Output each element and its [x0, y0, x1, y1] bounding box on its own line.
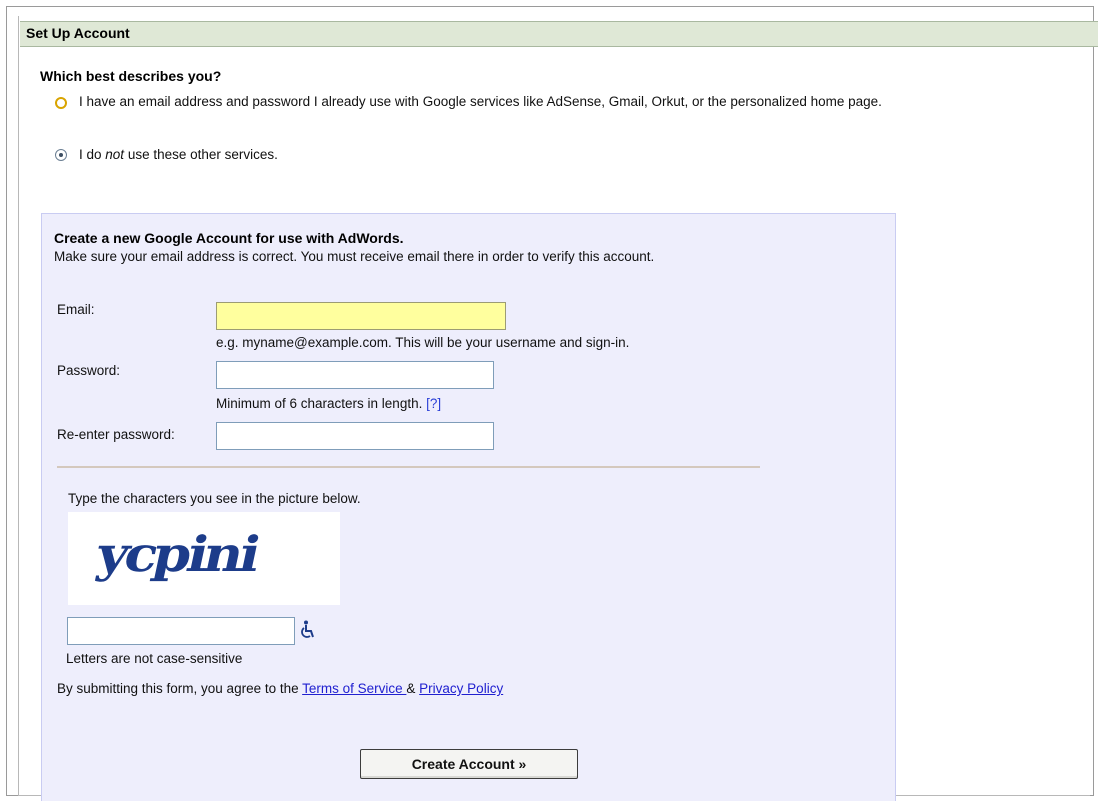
agreement-separator: & — [406, 681, 420, 696]
option-new-account-label[interactable]: I do not use these other services. — [79, 145, 278, 164]
privacy-policy-link[interactable]: Privacy Policy — [419, 681, 503, 696]
agreement-text: By submitting this form, you agree to th… — [57, 681, 503, 696]
section-header-bar — [20, 21, 1098, 47]
password-field[interactable] — [216, 361, 494, 389]
create-account-button[interactable]: Create Account » — [360, 749, 578, 779]
form-divider — [57, 466, 760, 468]
password-hint-text: Minimum of 6 characters in length. — [216, 396, 423, 411]
wheelchair-icon[interactable] — [300, 620, 316, 640]
captcha-case-note: Letters are not case-sensitive — [66, 651, 243, 666]
terms-of-service-link[interactable]: Terms of Service — [302, 681, 406, 696]
option-new-account-prefix: I do — [79, 147, 106, 162]
option-existing-account-label[interactable]: I have an email address and password I a… — [79, 92, 1089, 111]
form-subtitle: Make sure your email address is correct.… — [54, 249, 655, 264]
option-new-account-emphasis: not — [105, 147, 125, 162]
captcha-image: ycpini — [68, 512, 340, 605]
radio-selected-dot — [59, 153, 63, 157]
captcha-word: ycpini — [91, 525, 263, 583]
section-title: Set Up Account — [26, 25, 130, 41]
question-title: Which best describes you? — [40, 68, 222, 84]
radio-existing-account[interactable] — [55, 97, 67, 109]
reenter-password-label: Re-enter password: — [57, 427, 175, 442]
option-new-account-suffix: use these other services. — [124, 147, 278, 162]
captcha-instruction: Type the characters you see in the pictu… — [68, 491, 361, 506]
radio-new-account[interactable] — [55, 149, 67, 161]
email-hint: e.g. myname@example.com. This will be yo… — [216, 335, 630, 350]
password-hint: Minimum of 6 characters in length. [?] — [216, 396, 441, 411]
email-label: Email: — [57, 302, 95, 317]
password-help-link[interactable]: [?] — [426, 396, 441, 411]
reenter-password-field[interactable] — [216, 422, 494, 450]
form-title: Create a new Google Account for use with… — [54, 230, 404, 246]
captcha-input[interactable] — [67, 617, 295, 645]
email-field[interactable] — [216, 302, 506, 330]
password-label: Password: — [57, 363, 121, 378]
agreement-prefix: By submitting this form, you agree to th… — [57, 681, 303, 696]
